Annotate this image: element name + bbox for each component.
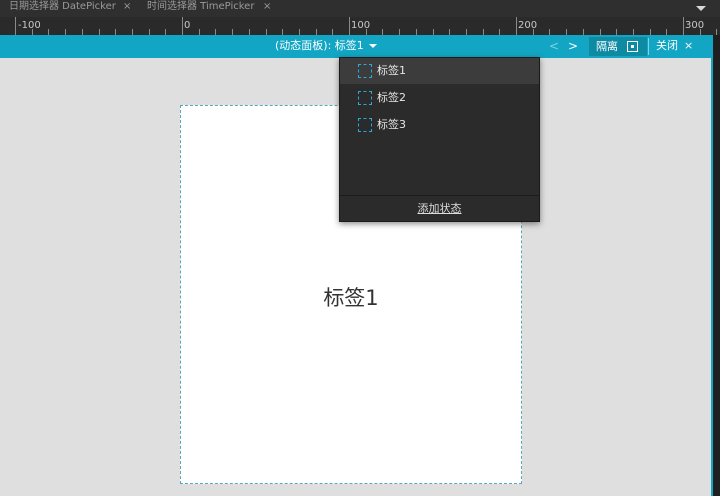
- state-item[interactable]: 标签2: [340, 85, 539, 111]
- close-icon: ×: [684, 39, 694, 52]
- state-item-label: 标签1: [377, 64, 406, 77]
- next-state-button[interactable]: >: [567, 35, 579, 58]
- ruler-label: 300: [685, 20, 704, 31]
- isolate-button[interactable]: 隔离: [589, 37, 647, 56]
- divider: [648, 38, 649, 55]
- tab-overflow-chevron-down-icon[interactable]: [696, 6, 706, 11]
- close-icon[interactable]: ×: [263, 0, 271, 17]
- tab-datepicker[interactable]: 日期选择器 DatePicker: [9, 0, 116, 17]
- ruler-label: 0: [184, 20, 190, 31]
- state-item-label: 标签2: [377, 91, 406, 104]
- close-icon[interactable]: ×: [123, 0, 131, 17]
- ruler-label: 200: [518, 20, 537, 31]
- add-state-link[interactable]: 添加状态: [340, 196, 539, 221]
- state-label-text[interactable]: 标签1: [181, 282, 521, 312]
- tab-label: 时间选择器 TimePicker: [147, 1, 255, 12]
- state-icon: [358, 64, 372, 78]
- state-item-label: 标签3: [377, 118, 406, 131]
- ruler-label: 100: [351, 20, 370, 31]
- chevron-down-icon: [368, 44, 377, 48]
- horizontal-ruler[interactable]: -100 0 100 200 300: [0, 17, 720, 35]
- isolate-icon: [627, 41, 638, 52]
- document-tab-bar: 日期选择器 DatePicker × 时间选择器 TimePicker ×: [0, 0, 720, 17]
- isolate-label: 隔离: [596, 40, 618, 53]
- right-panel-accent: [711, 35, 713, 496]
- tab-label: 日期选择器 DatePicker: [9, 1, 116, 12]
- ruler-graphic: -100 0 100 200 300: [15, 17, 717, 35]
- state-dropdown: 标签1 标签2 标签3 添加状态: [339, 57, 540, 222]
- state-icon: [358, 91, 372, 105]
- state-item[interactable]: 标签3: [340, 112, 539, 138]
- panel-state-selector[interactable]: (动态面板): 标签1: [275, 35, 377, 58]
- state-item[interactable]: 标签1: [340, 58, 539, 84]
- ruler-label: -100: [18, 20, 41, 31]
- state-icon: [358, 118, 372, 132]
- previous-state-button[interactable]: <: [548, 35, 560, 58]
- dynamic-panel-bar: (动态面板): 标签1 < > 隔离 关闭 ×: [0, 35, 720, 58]
- close-label: 关闭: [656, 39, 678, 52]
- panel-title-text: (动态面板): 标签1: [275, 39, 364, 52]
- tab-timepicker[interactable]: 时间选择器 TimePicker: [147, 0, 254, 17]
- close-panel-button[interactable]: 关闭 ×: [656, 35, 693, 58]
